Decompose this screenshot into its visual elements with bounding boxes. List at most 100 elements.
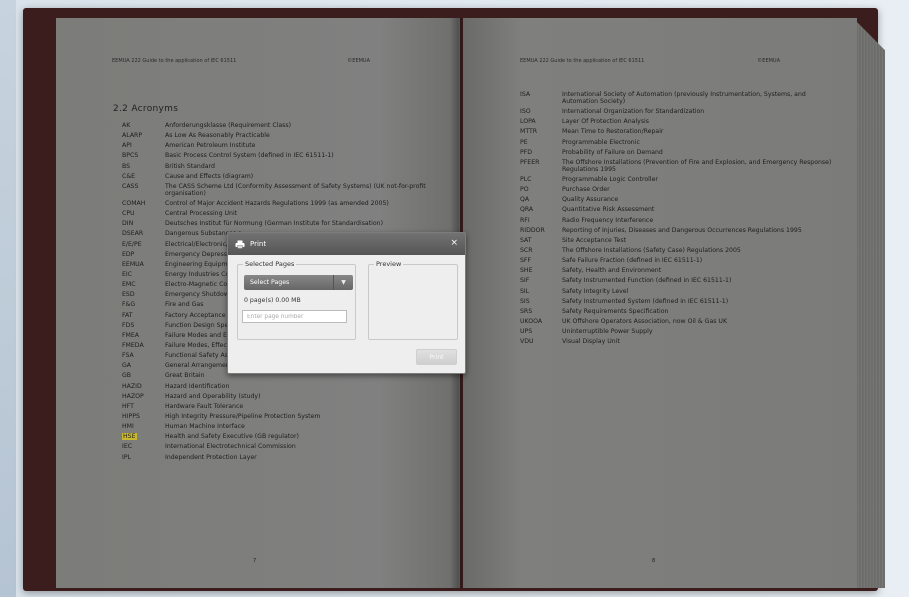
- print-dialog: Print × Selected Pages Select Pages ▼ 0 …: [227, 232, 466, 374]
- acronym-abbr: UKOOA: [520, 318, 562, 325]
- acronym-abbr-text: UKOOA: [520, 317, 543, 325]
- window-left-edge: [0, 0, 16, 597]
- acronym-definition: American Petroleum Institute: [165, 142, 256, 150]
- acronym-definition: The Offshore Installations (Safety Case)…: [562, 246, 741, 254]
- acronym-abbr: E/E/PE: [122, 241, 165, 248]
- acronym-row: SIS Safety Instrumented System (defined i…: [520, 298, 840, 305]
- acronym-abbr: PFEER: [520, 159, 562, 173]
- acronym-definition: Probability of Failure on Demand: [562, 148, 663, 156]
- acronym-row: UKOOA UK Offshore Operators Association, …: [520, 318, 840, 325]
- acronym-abbr: FSA: [122, 352, 165, 359]
- acronym-abbr: AK: [122, 122, 165, 129]
- acronym-row: C&E Cause and Effects (diagram): [122, 173, 442, 180]
- acronym-definition: The Offshore Installations (Prevention o…: [562, 158, 832, 173]
- acronym-definition: Safety Instrumented Function (defined in…: [562, 277, 732, 285]
- acronym-abbr-text: GA: [122, 362, 132, 370]
- acronym-row: IEC International Electrotechnical Commis…: [122, 443, 442, 450]
- selected-pages-legend: Selected Pages: [243, 260, 297, 268]
- acronym-abbr-text: UPS: [520, 328, 533, 336]
- acronym-row: BPCS Basic Process Control System (define…: [122, 152, 442, 159]
- selected-pages-group: Selected Pages Select Pages ▼ 0 page(s) …: [237, 260, 356, 340]
- select-pages-dropdown[interactable]: Select Pages ▼: [244, 275, 353, 290]
- preview-legend: Preview: [374, 260, 404, 268]
- acronym-abbr: DSEAR: [122, 230, 165, 237]
- acronym-abbr-text: E/E/PE: [122, 240, 142, 248]
- acronym-definition: Anforderungsklasse (Requirement Class): [165, 122, 292, 129]
- acronym-abbr-text: SFF: [520, 257, 532, 265]
- acronym-abbr-text: CPU: [122, 210, 135, 218]
- acronym-abbr: IPL: [122, 454, 165, 461]
- acronym-abbr: FAT: [122, 312, 165, 319]
- acronym-abbr-text: FMEDA: [122, 341, 144, 349]
- acronym-abbr: PLC: [520, 176, 562, 183]
- page-number-input[interactable]: [242, 310, 347, 323]
- left-page-header: EEMUA 222 Guide to the application of IE…: [112, 58, 370, 64]
- acronym-definition: Quality Assurance: [562, 196, 619, 204]
- acronym-definition: Safety, Health and Environment: [562, 267, 662, 275]
- acronym-abbr: RIDDOR: [520, 227, 562, 234]
- acronym-definition: Programmable Logic Controller: [562, 175, 658, 183]
- acronym-abbr: PE: [520, 139, 562, 146]
- acronym-abbr-text: F&G: [122, 301, 136, 309]
- acronym-row: QA Quality Assurance: [520, 196, 840, 203]
- chevron-down-icon: ▼: [333, 275, 353, 290]
- acronym-abbr: ESD: [122, 291, 165, 298]
- select-pages-value: Select Pages: [250, 279, 290, 286]
- acronym-abbr: SRS: [520, 308, 562, 315]
- acronym-abbr-text: CASS: [122, 182, 139, 190]
- acronym-row: DIN Deutsches Institut für Normung (Germa…: [122, 220, 442, 227]
- acronym-row: PFD Probability of Failure on Demand: [520, 149, 840, 156]
- page-number-right: 8: [652, 558, 656, 564]
- acronym-list-right: ISA International Society of Automation (…: [520, 91, 840, 348]
- acronym-abbr-text: RIDDOR: [520, 226, 545, 234]
- acronym-row: CPU Central Processing Unit: [122, 210, 442, 217]
- acronym-abbr-text: SRS: [520, 307, 533, 315]
- acronym-definition: The CASS Scheme Ltd (Conformity Assessme…: [165, 182, 426, 197]
- close-icon[interactable]: ×: [450, 238, 458, 248]
- acronym-abbr-text: EDP: [122, 250, 135, 258]
- acronym-definition: Site Acceptance Test: [562, 236, 627, 244]
- acronym-definition: High Integrity Pressure/Pipeline Protect…: [165, 412, 321, 420]
- acronym-row: API American Petroleum Institute: [122, 142, 442, 149]
- acronym-abbr-text: HAZID: [122, 382, 142, 390]
- acronym-abbr-text: BPCS: [122, 152, 139, 160]
- acronym-abbr-text: FSA: [122, 352, 134, 360]
- acronym-abbr: SIF: [520, 277, 562, 284]
- acronym-definition: Safety Integrity Level: [562, 287, 629, 295]
- acronym-row: PFEER The Offshore Installations (Prevent…: [520, 159, 840, 173]
- acronym-abbr-text: HMI: [122, 423, 134, 431]
- acronym-abbr-text: EEMUA: [122, 260, 144, 268]
- acronym-abbr-text: DIN: [122, 220, 134, 228]
- acronym-abbr: PO: [520, 186, 562, 193]
- acronym-abbr: HAZOP: [122, 393, 165, 400]
- acronym-abbr-text: LOPA: [520, 118, 536, 126]
- acronym-abbr-text: FMEA: [122, 331, 140, 339]
- acronym-definition: International Organization for Standardi…: [562, 108, 705, 116]
- acronym-definition: UK Offshore Operators Association, now O…: [562, 317, 728, 325]
- acronym-abbr-text: SAT: [520, 236, 532, 244]
- acronym-definition: Purchase Order: [562, 186, 610, 194]
- acronym-abbr-text: COMAH: [122, 199, 146, 207]
- pages-info: 0 page(s) 0.00 MB: [244, 297, 301, 304]
- acronym-abbr-text: SCR: [520, 246, 533, 254]
- acronym-abbr: SAT: [520, 237, 562, 244]
- acronym-abbr-text: GB: [122, 372, 132, 380]
- acronym-abbr: PFD: [520, 149, 562, 156]
- book-page-edges: [857, 22, 885, 588]
- acronym-abbr-text: API: [122, 142, 132, 150]
- acronym-abbr: MTTR: [520, 128, 562, 135]
- acronym-abbr: FMEA: [122, 332, 165, 339]
- acronym-abbr-text: C&E: [122, 172, 136, 180]
- acronym-abbr-text: FDS: [122, 321, 135, 329]
- acronym-definition: Health and Safety Executive (GB regulato…: [165, 433, 299, 441]
- acronym-abbr: HSE: [122, 433, 165, 441]
- acronym-row: QRA Quantitative Risk Assessment: [520, 206, 840, 213]
- acronym-row: LOPA Layer Of Protection Analysis: [520, 118, 840, 125]
- acronym-row: VDU Visual Display Unit: [520, 338, 840, 345]
- acronym-abbr-text: QA: [520, 196, 530, 204]
- acronym-abbr: CASS: [122, 183, 165, 197]
- acronym-definition: Hazard Identification: [165, 382, 230, 390]
- acronym-abbr: DIN: [122, 220, 165, 227]
- print-button[interactable]: Print: [416, 349, 457, 365]
- header-title: EEMUA 222 Guide to the application of IE…: [112, 58, 237, 64]
